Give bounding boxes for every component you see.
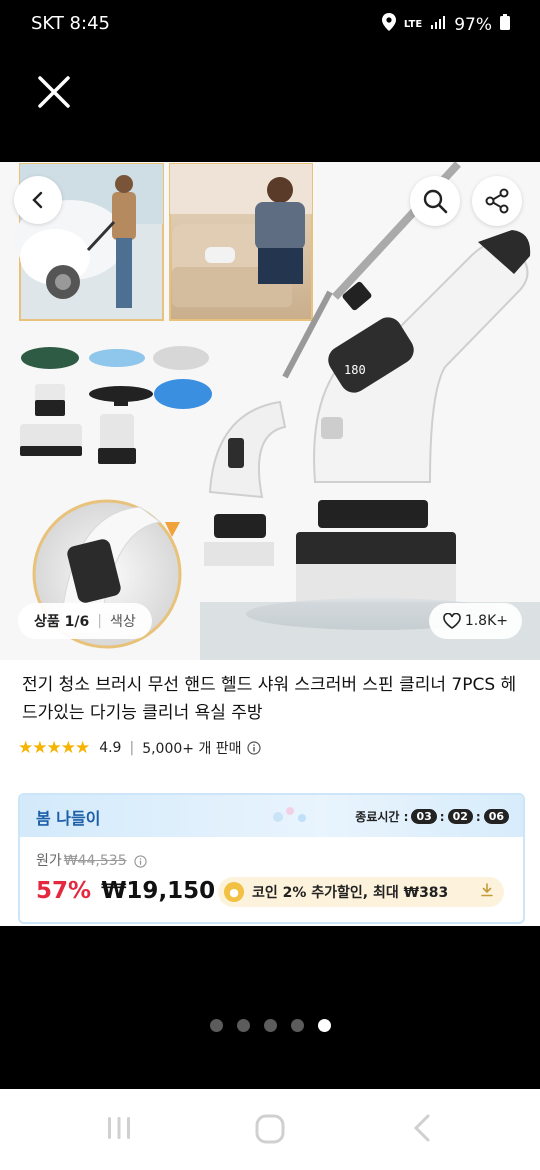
info-icon[interactable] xyxy=(134,854,147,868)
location-icon xyxy=(381,13,396,36)
battery-percent: 97% xyxy=(454,14,492,35)
status-bar: SKT 8:45 LTE 97% xyxy=(0,0,540,48)
tag-divider: | xyxy=(97,613,102,629)
decoration-icon xyxy=(273,807,306,822)
share-button[interactable] xyxy=(472,176,522,226)
carousel-dot[interactable] xyxy=(290,1019,304,1032)
home-icon xyxy=(255,1114,285,1144)
product-title: 전기 청소 브러시 무선 핸드 헬드 샤워 스크러버 스핀 클리너 7PCS 헤… xyxy=(22,675,517,723)
deal-header: 봄 나들이 종료시간 : 03 : 02 : 06 xyxy=(20,795,523,837)
signal-icon xyxy=(430,14,446,35)
home-button[interactable] xyxy=(254,1113,286,1149)
chevron-left-icon xyxy=(32,191,43,209)
like-button[interactable]: 1.8K+ xyxy=(428,603,522,639)
heart-icon xyxy=(443,613,461,629)
product-photo: 180 xyxy=(0,162,540,660)
status-time: SKT 8:45 xyxy=(31,13,110,34)
deal-title: 봄 나들이 xyxy=(36,809,101,828)
option-tag[interactable]: 상품 1/6 | 색상 xyxy=(18,603,152,639)
sofa-photo xyxy=(169,163,313,321)
device-display-text: 180 xyxy=(344,363,366,377)
share-icon xyxy=(485,188,509,214)
carousel-dot[interactable] xyxy=(236,1019,250,1032)
tag-color: 색상 xyxy=(109,614,136,630)
product-card: 180 상품 1/6 | 색상 1.8K+ 전기 청소 브러시 무선 핸드 헬드… xyxy=(0,162,540,926)
coin-icon: ● xyxy=(224,882,244,902)
coin-text: 코인 2% 추가할인, 최대 ₩383 xyxy=(252,885,449,901)
back-button[interactable] xyxy=(14,176,62,224)
like-count: 1.8K+ xyxy=(464,613,508,629)
back-nav-icon xyxy=(413,1114,430,1142)
rating-row: ★★★★★ 4.9 | 5,000+ 개 판매 xyxy=(18,737,261,759)
coin-discount-button[interactable]: ● 코인 2% 추가할인, 최대 ₩383 xyxy=(218,877,504,907)
tag-label: 상품 1/6 xyxy=(34,614,90,630)
close-icon xyxy=(38,76,70,108)
original-price: 원가 ₩44,535 xyxy=(36,850,147,870)
timer-label: 종료시간 : xyxy=(355,810,409,824)
timer-colon: : xyxy=(439,809,445,824)
discount-percent: 57% xyxy=(36,878,92,904)
recent-apps-icon xyxy=(108,1117,130,1139)
sales-count: 5,000+ 개 판매 xyxy=(142,741,242,757)
carousel-dot[interactable] xyxy=(263,1019,277,1032)
rating-value: 4.9 xyxy=(99,740,122,756)
carousel-dot[interactable] xyxy=(209,1019,223,1032)
status-icons: LTE 97% xyxy=(381,13,510,36)
timer-colon: : xyxy=(475,809,481,824)
system-nav-bar xyxy=(0,1089,540,1170)
orig-price: ₩44,535 xyxy=(63,853,127,869)
timer-minutes: 02 xyxy=(447,809,473,824)
search-button[interactable] xyxy=(410,176,460,226)
deal-box: 봄 나들이 종료시간 : 03 : 02 : 06 원가 ₩44,535 57% … xyxy=(18,793,525,924)
recent-apps-button[interactable] xyxy=(104,1113,134,1147)
star-rating-icon: ★★★★★ xyxy=(18,738,90,758)
timer-seconds: 06 xyxy=(483,809,509,824)
rating-divider: | xyxy=(129,740,135,756)
download-icon xyxy=(480,883,494,901)
product-image[interactable]: 180 상품 1/6 | 색상 1.8K+ xyxy=(0,162,540,660)
carousel-dot-active[interactable] xyxy=(317,1019,331,1032)
price-value: ₩19,150 xyxy=(101,878,216,904)
info-icon[interactable] xyxy=(246,741,261,755)
battery-icon xyxy=(500,14,510,35)
back-nav-button[interactable] xyxy=(408,1113,438,1147)
close-button[interactable] xyxy=(36,74,72,110)
timer-hours: 03 xyxy=(411,809,437,824)
search-icon xyxy=(423,189,448,214)
lte-icon: LTE xyxy=(403,19,423,30)
carousel-dots xyxy=(0,1019,540,1032)
countdown-timer: 종료시간 : 03 : 02 : 06 xyxy=(355,808,509,825)
sale-price: 57% ₩19,150 xyxy=(36,878,215,904)
orig-label: 원가 xyxy=(36,853,62,869)
